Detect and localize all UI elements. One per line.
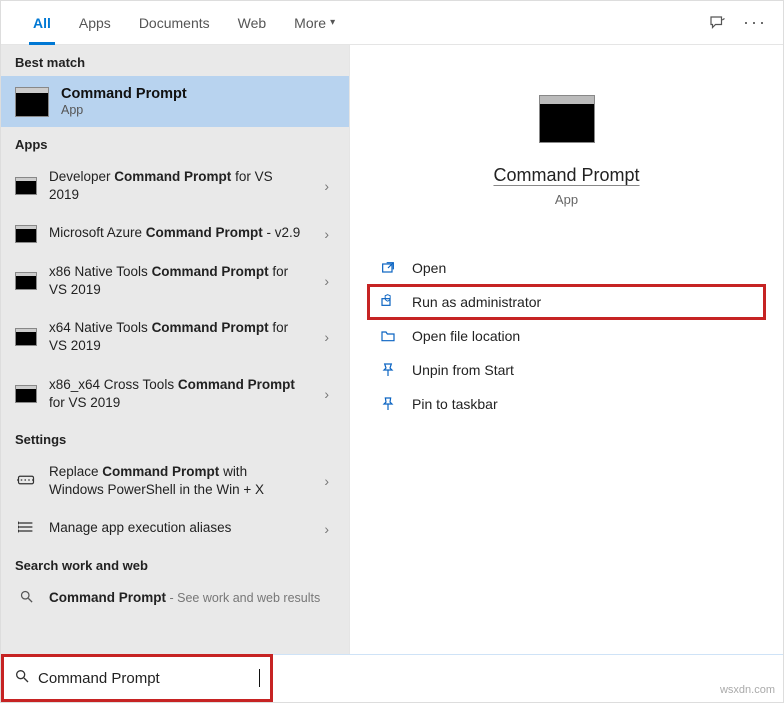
chevron-right-icon[interactable]: › [324,473,335,489]
chevron-right-icon[interactable]: › [324,521,335,537]
best-match-subtitle: App [61,103,187,117]
action-run-as-administrator[interactable]: Run as administrator [368,285,765,319]
tab-apps[interactable]: Apps [65,1,125,45]
command-prompt-icon [15,225,37,243]
tab-web[interactable]: Web [224,1,281,45]
chevron-right-icon[interactable]: › [324,226,335,242]
command-prompt-icon [15,177,37,195]
best-match-item[interactable]: Command Prompt App [1,76,349,127]
command-prompt-icon [15,385,37,403]
work-web-item[interactable]: Command Prompt - See work and web result… [1,579,349,617]
text-caret [259,669,260,687]
action-pin-to-taskbar[interactable]: Pin to taskbar [368,387,765,421]
app-result-item[interactable]: x86 Native Tools Command Prompt for VS 2… [1,253,349,309]
shield-icon [378,293,398,311]
tab-all[interactable]: All [19,1,65,45]
work-web-text: Command Prompt - See work and web result… [49,589,335,607]
preview-title[interactable]: Command Prompt [493,165,639,186]
action-label: Pin to taskbar [412,396,498,412]
tab-documents[interactable]: Documents [125,1,224,45]
settings-icon [18,520,34,537]
chevron-right-icon[interactable]: › [324,329,335,345]
search-icon [19,589,34,607]
chevron-right-icon[interactable]: › [324,178,335,194]
search-icon [14,668,30,689]
content: Best match Command Prompt App Apps Devel… [1,45,783,654]
app-result-item[interactable]: Developer Command Prompt for VS 2019 › [1,158,349,214]
preview-pane: Command Prompt App Open Run as administra… [349,45,783,654]
section-apps: Apps [1,127,349,158]
best-match-title: Command Prompt [61,86,187,102]
app-result-text: x86 Native Tools Command Prompt for VS 2… [49,263,312,299]
search-input[interactable] [38,670,251,687]
settings-result-item[interactable]: Manage app execution aliases › [1,509,349,547]
settings-result-item[interactable]: Replace Command Prompt with Windows Powe… [1,453,349,509]
app-result-item[interactable]: x64 Native Tools Command Prompt for VS 2… [1,309,349,365]
chevron-right-icon[interactable]: › [324,386,335,402]
action-unpin-from-start[interactable]: Unpin from Start [368,353,765,387]
app-result-text: Microsoft Azure Command Prompt - v2.9 [49,224,312,242]
action-open[interactable]: Open [368,251,765,285]
topbar-right: ··· [705,1,777,44]
command-prompt-icon [15,328,37,346]
search-bar [1,654,783,702]
action-label: Open [412,260,446,276]
results-pane: Best match Command Prompt App Apps Devel… [1,45,349,654]
best-match-text: Command Prompt App [61,86,187,117]
preview-subtitle: App [555,192,578,207]
tab-more[interactable]: More▾ [280,1,349,45]
action-label: Unpin from Start [412,362,514,378]
section-best-match: Best match [1,45,349,76]
preview-command-prompt-icon [539,95,595,143]
search-bar-rest [273,654,783,702]
action-label: Open file location [412,328,520,344]
action-label: Run as administrator [412,294,541,310]
tabs: All Apps Documents Web More▾ [19,1,349,44]
app-result-text: x64 Native Tools Command Prompt for VS 2… [49,319,312,355]
preview-actions: Open Run as administrator Open file locati… [368,251,765,421]
settings-result-text: Manage app execution aliases [49,519,312,537]
command-prompt-icon [15,272,37,290]
app-result-item[interactable]: x86_x64 Cross Tools Command Prompt for V… [1,366,349,422]
section-work-web: Search work and web [1,548,349,579]
chevron-right-icon[interactable]: › [324,273,335,289]
watermark: wsxdn.com [720,684,775,696]
app-result-text: x86_x64 Cross Tools Command Prompt for V… [49,376,312,412]
settings-result-text: Replace Command Prompt with Windows Powe… [49,463,312,499]
open-icon [378,259,398,277]
search-filter-tabs: All Apps Documents Web More▾ ··· [1,1,783,45]
app-result-item[interactable]: Microsoft Azure Command Prompt - v2.9 › [1,214,349,252]
app-result-text: Developer Command Prompt for VS 2019 [49,168,312,204]
more-options-icon[interactable]: ··· [743,11,767,35]
action-open-file-location[interactable]: Open file location [368,319,765,353]
command-prompt-icon [15,87,49,117]
pin-icon [378,395,398,413]
chevron-down-icon: ▾ [330,17,335,28]
feedback-icon[interactable] [705,11,729,35]
search-box[interactable] [1,654,273,702]
unpin-start-icon [378,361,398,379]
folder-icon [378,327,398,345]
section-settings: Settings [1,422,349,453]
settings-icon [17,473,35,490]
